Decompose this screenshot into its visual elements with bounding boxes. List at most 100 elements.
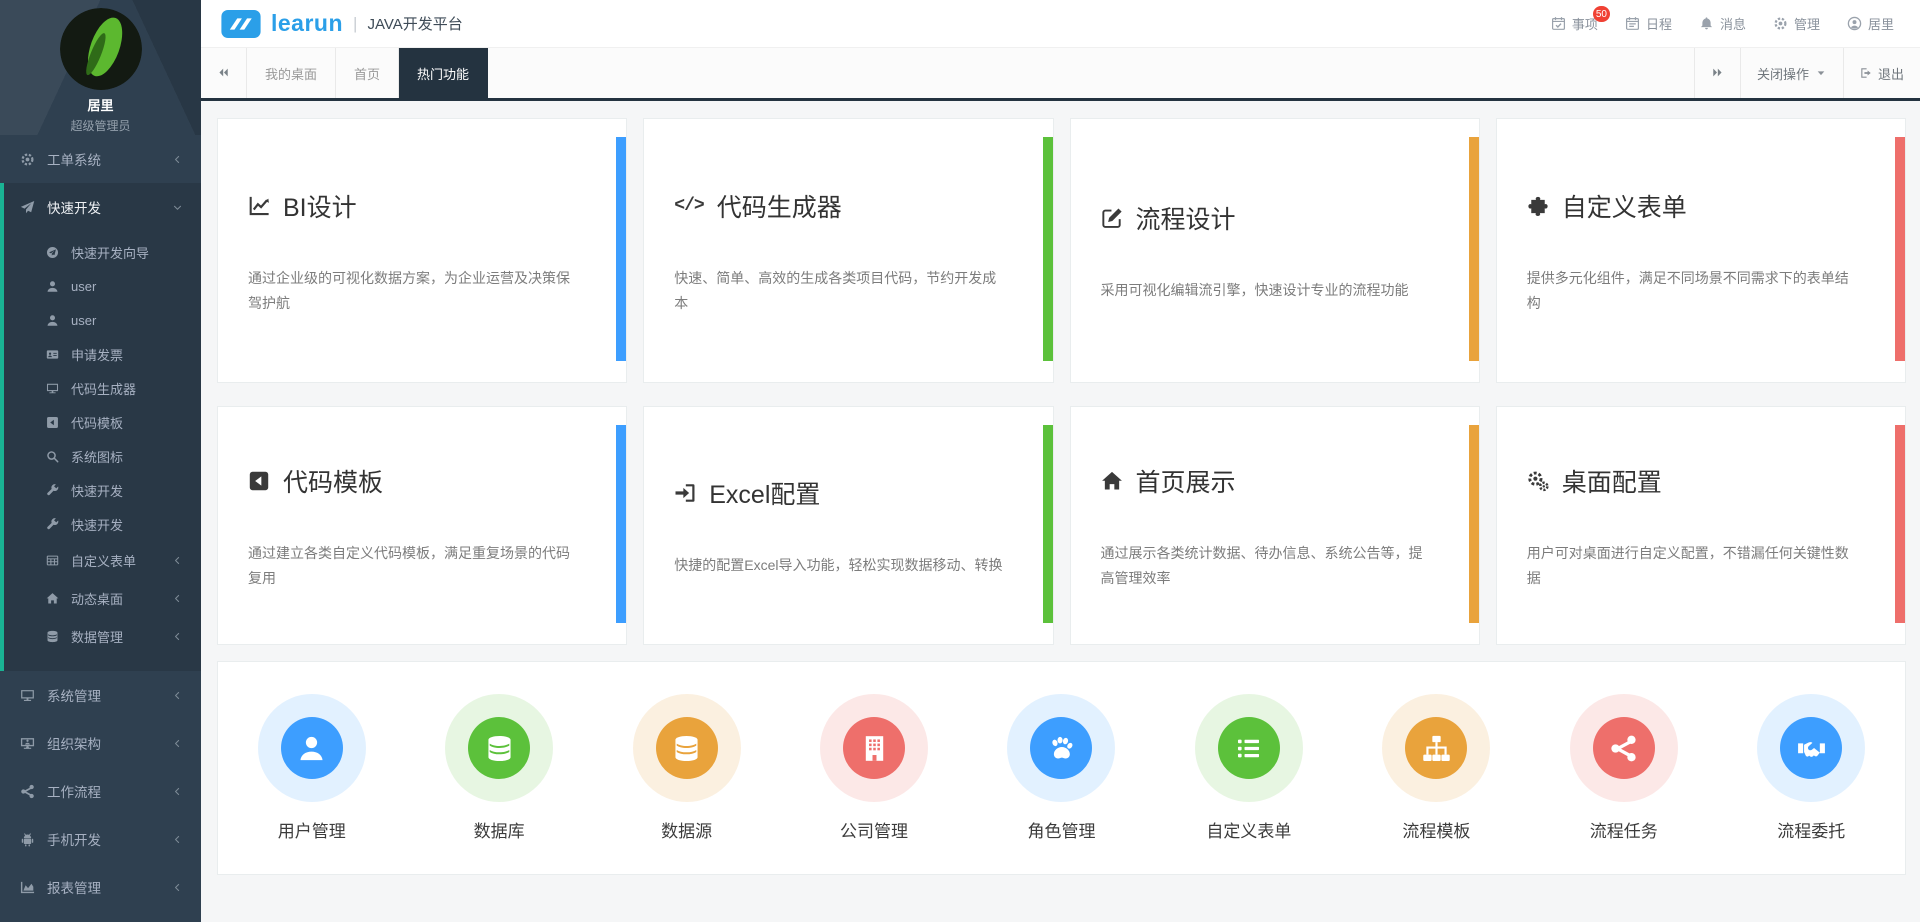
sidebar-subitem[interactable]: 代码模板 (4, 405, 201, 439)
card-title-text: 代码模板 (283, 463, 383, 499)
quick-link[interactable]: 自定义表单 (1155, 694, 1342, 842)
close-operations-dropdown[interactable]: 关闭操作 (1740, 48, 1843, 98)
user-circle-icon (1847, 16, 1862, 31)
feature-card[interactable]: </> 代码生成器 快速、简单、高效的生成各类项目代码，节约开发成本 (643, 118, 1053, 383)
chalkboard-icon (20, 736, 38, 751)
paw-icon (1030, 717, 1092, 779)
sidebar-item[interactable]: 报表管理 (0, 863, 201, 911)
quick-link[interactable]: 流程任务 (1530, 694, 1717, 842)
card-title-text: 代码生成器 (717, 188, 842, 224)
person-icon (281, 717, 343, 779)
header-action[interactable]: 日程 (1625, 14, 1672, 33)
card-title-text: BI设计 (283, 188, 357, 224)
wrench-icon (46, 484, 62, 497)
brand[interactable]: learun | JAVA开发平台 (221, 10, 463, 38)
puzzle-icon (1527, 195, 1549, 217)
sidebar-item[interactable]: 系统管理 (0, 671, 201, 719)
tabbar-spacer (488, 48, 1694, 98)
sidebar-section: 报表管理 (0, 863, 201, 911)
sidebar-subitem[interactable]: 自定义表单 (4, 541, 201, 579)
handshake-icon (1780, 717, 1842, 779)
quick-link[interactable]: 角色管理 (968, 694, 1155, 842)
tabs-scroll-right-button[interactable] (1694, 48, 1740, 98)
quick-link[interactable]: 数据库 (405, 694, 592, 842)
card-description: 采用可视化编辑流引擎，快速设计专业的流程功能 (1101, 278, 1433, 303)
sidebar-subitem-label: 代码生成器 (71, 379, 136, 398)
sidebar-subitem[interactable]: 系统图标 (4, 439, 201, 473)
sidebar-subitem-label: 申请发票 (71, 345, 123, 364)
brand-divider: | (353, 14, 357, 34)
header-action-label: 管理 (1794, 14, 1820, 33)
feature-card[interactable]: Excel配置 快捷的配置Excel导入功能，轻松实现数据移动、转换 (643, 406, 1053, 645)
avatar[interactable] (60, 8, 142, 90)
feature-card[interactable]: 代码模板 通过建立各类自定义代码模板，满足重复场景的代码复用 (217, 406, 627, 645)
card-description: 通过展示各类统计数据、待办信息、系统公告等，提高管理效率 (1101, 541, 1433, 590)
tabs-scroll-left-button[interactable] (201, 48, 247, 98)
quick-link-label: 流程模板 (1402, 817, 1470, 842)
notification-badge: 50 (1593, 6, 1610, 22)
header-action[interactable]: 消息 (1699, 14, 1746, 33)
sidebar-subitem[interactable]: 动态桌面 (4, 579, 201, 617)
card-accent-strip (1043, 137, 1053, 361)
quick-link-halo (445, 694, 553, 802)
sidebar-item[interactable]: 快速开发 (4, 183, 201, 231)
paper-plane-circle-icon (46, 246, 62, 259)
card-title: </> 代码生成器 (674, 188, 1006, 224)
tab[interactable]: 热门功能 (399, 48, 488, 98)
feature-card[interactable]: BI设计 通过企业级的可视化数据方案，为企业运营及决策保驾护航 (217, 118, 627, 383)
person-icon (46, 280, 62, 293)
feature-card[interactable]: 桌面配置 用户可对桌面进行自定义配置，不错漏任何关键性数据 (1496, 406, 1906, 645)
sidebar-subitem-label: 快速开发向导 (71, 243, 149, 262)
header-action[interactable]: 管理 (1773, 14, 1820, 33)
caret-square-left-icon (46, 416, 62, 429)
sidebar-subitem[interactable]: 代码生成器 (4, 371, 201, 405)
sidebar-subitem[interactable]: 快速开发 (4, 473, 201, 507)
quick-link[interactable]: 数据源 (593, 694, 780, 842)
sidebar-item[interactable]: 手机开发 (0, 815, 201, 863)
feature-card[interactable]: 自定义表单 提供多元化组件，满足不同场景不同需求下的表单结构 (1496, 118, 1906, 383)
home-icon (46, 592, 62, 605)
sidebar-item[interactable]: 工作流程 (0, 767, 201, 815)
sidebar-subitem-label: 快速开发 (71, 481, 123, 500)
sidebar-subitem[interactable]: user (4, 269, 201, 303)
sitemap-icon (1405, 717, 1467, 779)
quick-link[interactable]: 流程模板 (1343, 694, 1530, 842)
main-area: learun | JAVA开发平台 事项 50 日程 消息 (201, 0, 1920, 922)
header-action[interactable]: 居里 (1847, 14, 1894, 33)
tab[interactable]: 首页 (336, 48, 399, 98)
card-accent-strip (1895, 425, 1905, 623)
sidebar-item[interactable]: 工单系统 (0, 135, 201, 183)
tab-label: 我的桌面 (265, 64, 317, 83)
top-header: learun | JAVA开发平台 事项 50 日程 消息 (201, 0, 1920, 48)
sidebar-subitem[interactable]: 申请发票 (4, 337, 201, 371)
sidebar-subitem[interactable]: 快速开发 (4, 507, 201, 541)
sidebar-subitem[interactable]: user (4, 303, 201, 337)
chevron-left-icon (172, 593, 183, 604)
sidebar-section: 手机开发 (0, 815, 201, 863)
header-actions: 事项 50 日程 消息 管理 居里 (1551, 14, 1894, 33)
tab[interactable]: 我的桌面 (247, 48, 336, 98)
card-title-text: 流程设计 (1136, 200, 1236, 236)
header-action[interactable]: 事项 50 (1551, 14, 1598, 33)
share-icon (1593, 717, 1655, 779)
calendar-check-icon (1551, 16, 1566, 31)
sidebar-subitem-label: 自定义表单 (71, 551, 136, 570)
sidebar-item-label: 报表管理 (47, 877, 101, 897)
sidebar-submenu: 快速开发向导 user user 申请发票 (4, 231, 201, 671)
card-title: 代码模板 (248, 463, 580, 499)
sidebar-subitem[interactable]: 数据管理 (4, 617, 201, 655)
quick-link[interactable]: 公司管理 (780, 694, 967, 842)
sidebar-item[interactable]: 组织架构 (0, 719, 201, 767)
quick-link[interactable]: 用户管理 (218, 694, 405, 842)
feature-card[interactable]: 流程设计 采用可视化编辑流引擎，快速设计专业的流程功能 (1070, 118, 1480, 383)
card-title-text: 桌面配置 (1562, 463, 1662, 499)
bell-icon (1699, 16, 1714, 31)
database-icon (46, 630, 62, 643)
logout-button[interactable]: 退出 (1843, 48, 1920, 98)
card-description: 通过企业级的可视化数据方案，为企业运营及决策保驾护航 (248, 266, 580, 315)
feature-card[interactable]: 首页展示 通过展示各类统计数据、待办信息、系统公告等，提高管理效率 (1070, 406, 1480, 645)
quick-link[interactable]: 流程委托 (1718, 694, 1905, 842)
quick-link-halo (1007, 694, 1115, 802)
sidebar-subitem[interactable]: 快速开发向导 (4, 235, 201, 269)
cogs-icon (1527, 470, 1549, 492)
